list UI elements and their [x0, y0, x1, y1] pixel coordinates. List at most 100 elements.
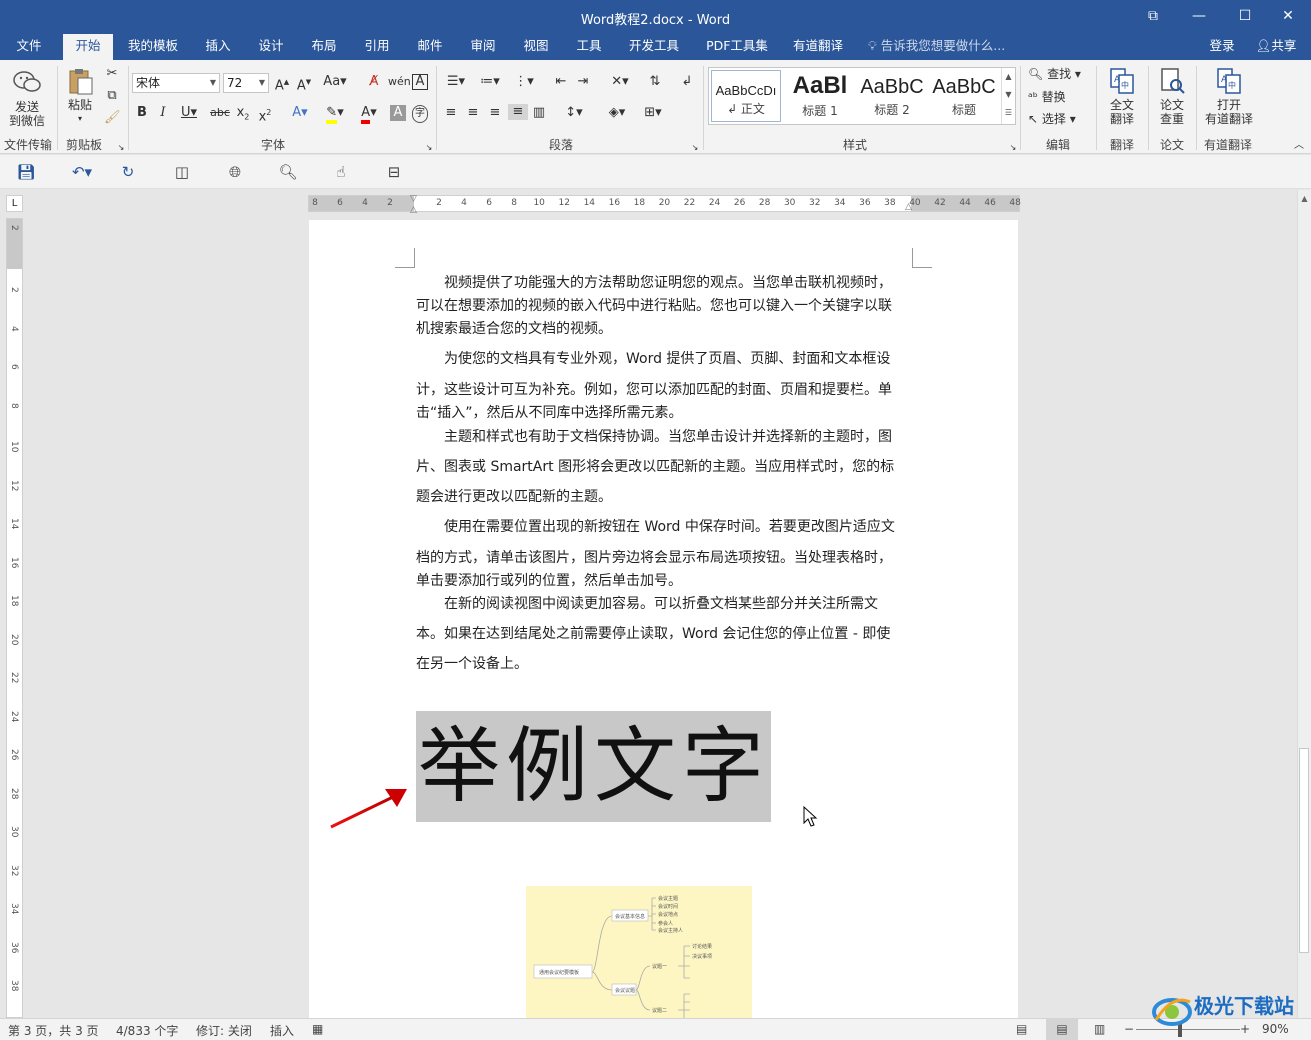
shading-icon[interactable]: ◈▾ — [602, 105, 632, 121]
track-changes-status[interactable]: 修订: 关闭 — [196, 1022, 252, 1039]
shrink-font-icon[interactable]: A▼ — [296, 74, 312, 94]
read-mode-icon[interactable]: ◫ — [172, 163, 192, 181]
show-marks-icon[interactable]: ↲ — [678, 74, 696, 90]
justify-icon[interactable]: ≡ — [508, 104, 528, 120]
maximize-button[interactable]: ☐ — [1222, 0, 1268, 34]
tab-mailings[interactable]: 邮件 — [408, 34, 452, 60]
decrease-indent-icon[interactable]: ⇤ — [552, 74, 570, 90]
print-layout-icon[interactable]: ▤ — [1046, 1019, 1078, 1040]
document-text-line[interactable]: 单击要添加行或列的位置，然后单击加号。 — [416, 570, 682, 590]
document-text-line[interactable]: 使用在需要位置出现的新按钮在 Word 中保存时间。若要更改图片适应文 — [416, 516, 895, 536]
font-size-combo[interactable]: 72 ▼ — [223, 73, 269, 93]
tab-my-templates[interactable]: 我的模板 — [120, 34, 186, 60]
tab-view[interactable]: 视图 — [514, 34, 558, 60]
tab-pdf-tools[interactable]: PDF工具集 — [700, 34, 774, 60]
borders-icon[interactable]: ⊞▾ — [638, 105, 668, 121]
document-text-line[interactable]: 本。如果在达到结尾处之前需要停止读取，Word 会记住您的停止位置 - 即使 — [416, 623, 890, 643]
grow-font-icon[interactable]: A▲ — [274, 74, 290, 94]
touch-mode-icon[interactable]: ☝︎ — [331, 163, 351, 181]
strikethrough-icon[interactable]: abc — [210, 105, 230, 121]
page-count[interactable]: 第 3 页，共 3 页 — [8, 1022, 99, 1039]
character-border-icon[interactable]: A — [412, 74, 428, 90]
web-layout-icon[interactable]: ▥ — [1094, 1022, 1105, 1036]
document-text-line[interactable]: 击“插入”，然后从不同库中选择所需元素。 — [416, 402, 683, 422]
tab-youdao[interactable]: 有道翻译 — [784, 34, 852, 60]
tab-home[interactable]: 开始 — [63, 34, 113, 60]
ribbon-display-options-icon[interactable]: ⧉ — [1130, 0, 1176, 34]
tab-layout[interactable]: 布局 — [302, 34, 346, 60]
web-layout-icon[interactable]: 🌐︎ — [225, 163, 245, 181]
clear-formatting-icon[interactable]: A̸ — [366, 74, 382, 90]
document-text-line[interactable]: 题会进行更改以匹配新的主题。 — [416, 486, 612, 506]
change-case-icon[interactable]: Aa▾ — [322, 74, 348, 90]
first-line-indent-marker[interactable]: ▽ — [410, 194, 417, 204]
character-shading-icon[interactable]: A — [390, 105, 406, 121]
print-preview-icon[interactable]: 🔍︎ — [278, 163, 298, 181]
customize-toolbar-icon[interactable]: ⊟ — [384, 163, 404, 181]
underline-icon[interactable]: U▾ — [178, 105, 200, 121]
redo-icon[interactable]: ↻ — [118, 163, 138, 181]
document-text-line[interactable]: 片、图表或 SmartArt 图形将会更改以匹配新的主题。当应用样式时，您的标 — [416, 456, 894, 476]
document-text-line[interactable]: 档的方式，请单击该图片，图片旁边将会显示布局选项按钮。当处理表格时， — [416, 547, 892, 567]
tell-me-search[interactable]: 💡︎ 告诉我您想要做什么... — [868, 34, 1018, 60]
phonetic-guide-icon[interactable]: wén — [388, 74, 411, 90]
hanging-indent-marker[interactable]: △ — [410, 205, 417, 215]
document-text-line[interactable]: 为使您的文档具有专业外观，Word 提供了页眉、页脚、封面和文本框设 — [416, 348, 890, 368]
superscript-icon[interactable]: x2 — [257, 105, 273, 125]
tab-developer[interactable]: 开发工具 — [620, 34, 688, 60]
find-button[interactable]: 🔍︎ 查找 ▾ — [1028, 67, 1092, 81]
style-heading-2[interactable]: AaBbC 标题 2 — [857, 70, 927, 122]
tab-design[interactable]: 设计 — [249, 34, 293, 60]
insert-mode-status[interactable]: 插入 — [270, 1022, 294, 1039]
format-painter-icon[interactable]: 🖌︎ — [104, 110, 121, 126]
style-title[interactable]: AaBbC 标题 — [929, 70, 999, 122]
line-spacing-icon[interactable]: ↕▾ — [560, 105, 588, 121]
subscript-icon[interactable]: x2 — [235, 105, 251, 126]
chinese-layout-icon[interactable]: ✕▾ — [606, 74, 634, 90]
font-color-icon[interactable]: A▾ — [354, 105, 384, 124]
mindmap-image[interactable]: 通用会议纪要模板 会议基本信息 会议议题 会议主题 会议时间 会议地点 参会人 … — [526, 886, 752, 1020]
horizontal-ruler[interactable]: 8 6 4 2 2 4 6 8 10 12 14 16 18 20 22 24 26 28 30 32 34 36 38 40… — [308, 194, 1021, 215]
dialog-launcher-icon[interactable]: ↘ — [424, 140, 434, 156]
align-left-icon[interactable]: ≡ — [442, 105, 460, 121]
multilevel-list-icon[interactable]: ⋮▾ — [510, 74, 538, 90]
document-text-line[interactable]: 可以在想要添加的视频的嵌入代码中进行粘贴。您也可以键入一个关键字以联 — [416, 295, 892, 315]
read-mode-icon[interactable]: ▤ — [1016, 1022, 1027, 1036]
scroll-up-icon[interactable]: ▲ — [1298, 194, 1311, 203]
document-text-line[interactable]: 视频提供了功能强大的方法帮助您证明您的观点。当您单击联机视频时， — [416, 272, 892, 292]
dialog-launcher-icon[interactable]: ↘ — [690, 140, 700, 156]
zoom-out-icon[interactable]: − — [1124, 1022, 1134, 1036]
open-youdao-button[interactable]: A中 打开 有道翻译 — [1200, 66, 1258, 126]
tab-file[interactable]: 文件 — [6, 34, 52, 60]
style-normal[interactable]: AaBbCcDı ↲ 正文 — [711, 70, 781, 122]
bullets-icon[interactable]: ☰▾ — [442, 74, 470, 90]
cut-icon[interactable]: ✂︎ — [104, 66, 120, 82]
full-translate-button[interactable]: A中 全文 翻译 — [1100, 66, 1144, 126]
highlight-color-icon[interactable]: ✎▾ — [320, 105, 350, 124]
document-text-line[interactable]: 机搜索最适合您的文档的视频。 — [416, 318, 612, 338]
login-link[interactable]: 登录 — [1202, 34, 1242, 60]
word-count[interactable]: 4/833 个字 — [116, 1022, 178, 1039]
macro-record-icon[interactable]: ▦ — [312, 1022, 323, 1036]
document-text-line[interactable]: 在新的阅读视图中阅读更加容易。可以折叠文档某些部分并关注所需文 — [416, 593, 878, 613]
numbering-icon[interactable]: ≔▾ — [476, 74, 504, 90]
scrollbar-thumb[interactable] — [1299, 748, 1309, 953]
tab-selector[interactable]: L — [6, 195, 23, 212]
tab-review[interactable]: 审阅 — [461, 34, 505, 60]
copy-icon[interactable]: ⧉ — [104, 88, 120, 104]
tab-tools[interactable]: 工具 — [567, 34, 611, 60]
italic-icon[interactable]: I — [156, 105, 170, 121]
dialog-launcher-icon[interactable]: ↘ — [116, 140, 126, 156]
select-button[interactable]: ↖ 选择 ▾ — [1028, 112, 1092, 126]
dialog-launcher-icon[interactable]: ↘ — [1008, 140, 1018, 156]
font-name-combo[interactable]: 宋体 ▼ — [132, 73, 220, 93]
document-text-line[interactable]: 在另一个设备上。 — [416, 653, 528, 673]
enclose-characters-icon[interactable]: 字 — [412, 105, 428, 123]
save-icon[interactable]: 💾︎ — [16, 163, 36, 181]
collapse-ribbon-icon[interactable]: ︿ — [1292, 138, 1306, 154]
close-button[interactable]: ✕ — [1265, 0, 1311, 34]
undo-icon[interactable]: ↶▾ — [66, 163, 98, 181]
distributed-icon[interactable]: ▥ — [530, 105, 548, 121]
tab-references[interactable]: 引用 — [355, 34, 399, 60]
document-text-line[interactable]: 主题和样式也有助于文档保持协调。当您单击设计并选择新的主题时，图 — [416, 426, 892, 446]
